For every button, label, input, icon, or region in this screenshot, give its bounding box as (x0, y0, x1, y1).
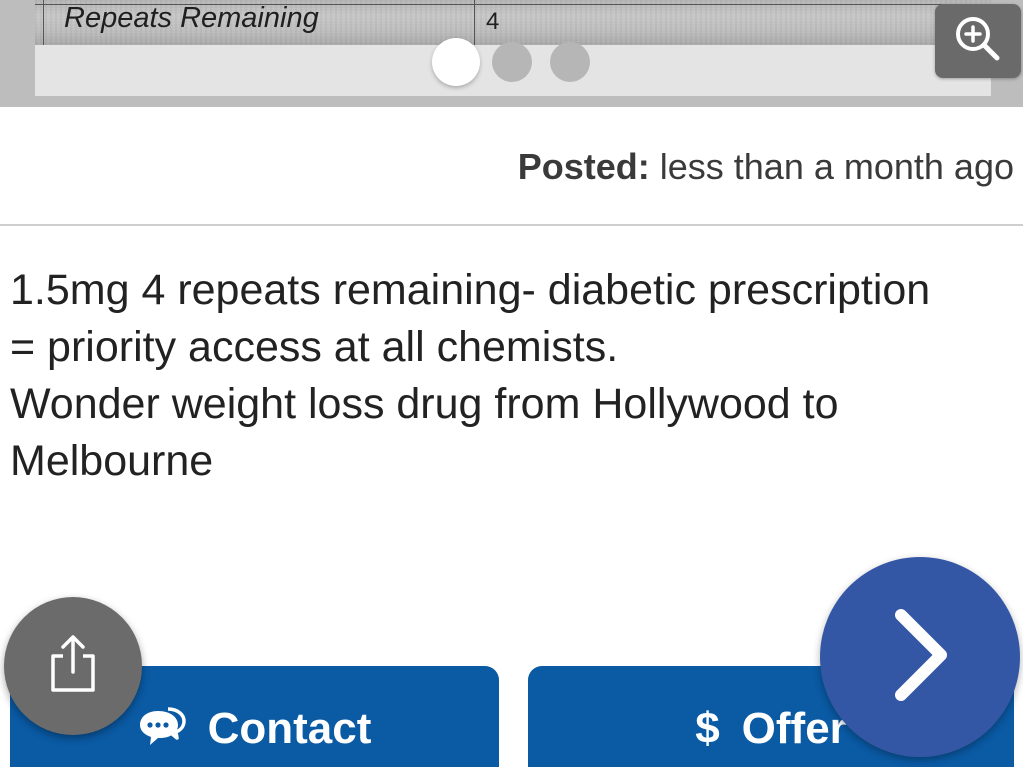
posted-label: Posted: (517, 146, 650, 187)
listing-photo[interactable]: Repeats Remaining 4 (35, 0, 991, 45)
description-line: = priority access at all chemists. (10, 323, 619, 371)
divider (0, 224, 1023, 226)
dollar-icon: $ (695, 704, 720, 753)
photo-table-value: 4 (486, 8, 500, 35)
posted-date: Posted: less than a month ago (518, 146, 1014, 188)
description-line: Melbourne (10, 437, 214, 485)
image-carousel[interactable]: Repeats Remaining 4 (0, 0, 1023, 107)
next-listing-button[interactable] (820, 557, 1020, 757)
chat-bubbles-icon (138, 707, 186, 751)
share-icon (45, 632, 101, 701)
carousel-dot[interactable] (492, 42, 532, 82)
description-line: Wonder weight loss drug from Hollywood t… (10, 380, 839, 428)
offer-label: Offer (741, 704, 847, 753)
photo-table-line (43, 0, 44, 45)
zoom-in-icon (953, 14, 1003, 69)
contact-button-content: Contact (138, 704, 372, 754)
listing-page: Repeats Remaining 4 Posted: less than a … (0, 0, 1023, 767)
description-line: 1.5mg 4 repeats remaining- diabetic pres… (10, 266, 931, 314)
photo-table-line (474, 0, 475, 45)
carousel-dot-active[interactable] (432, 38, 480, 86)
photo-table-label: Repeats Remaining (64, 2, 319, 34)
offer-button-content: $ Offer (695, 704, 847, 754)
posted-value: less than a month ago (649, 146, 1014, 187)
chevron-right-icon (885, 605, 955, 710)
share-button[interactable] (4, 597, 142, 735)
contact-label: Contact (207, 704, 372, 753)
listing-description: 1.5mg 4 repeats remaining- diabetic pres… (10, 262, 1010, 490)
carousel-dot[interactable] (550, 42, 590, 82)
zoom-button[interactable] (935, 4, 1021, 78)
